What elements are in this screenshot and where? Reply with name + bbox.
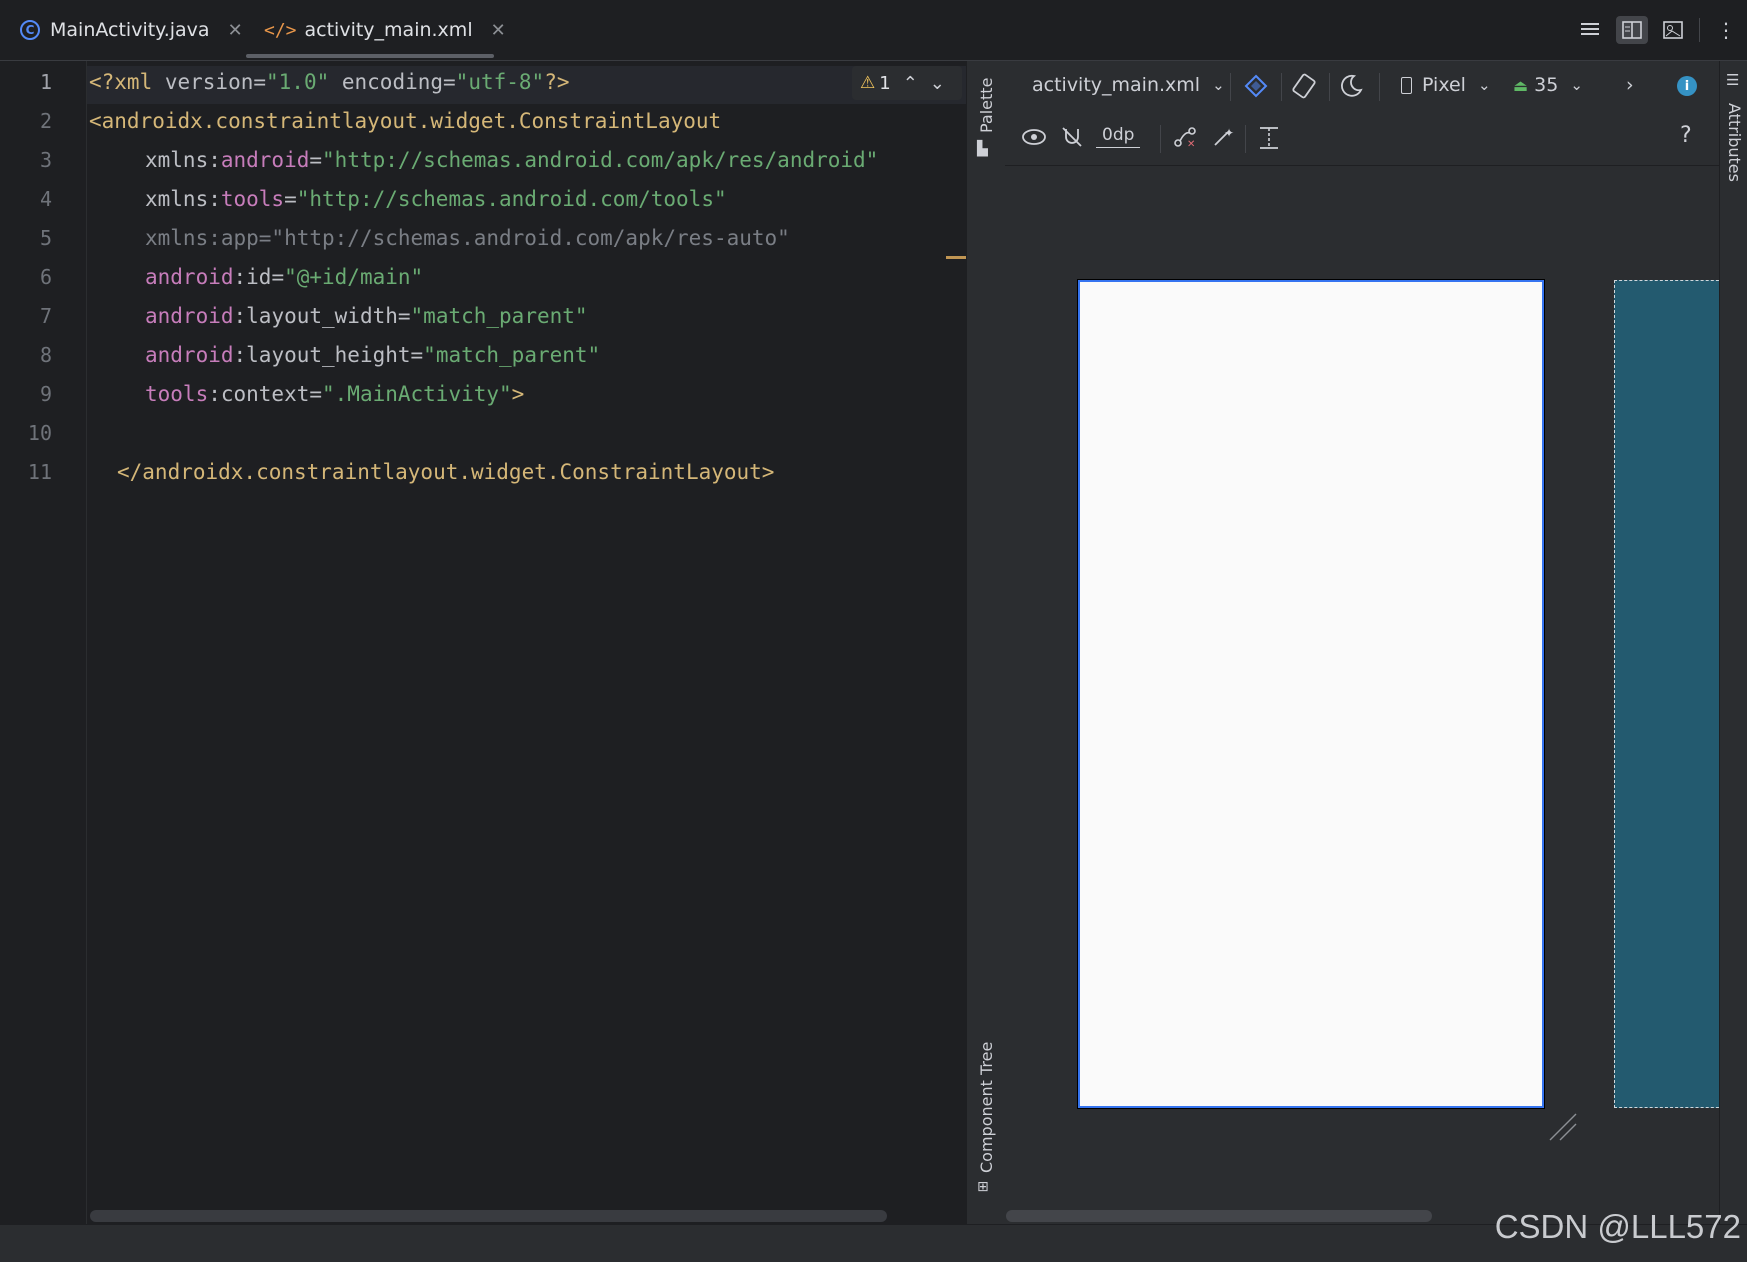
help-icon[interactable]: ? [1680, 123, 1692, 148]
warning-icon: ⚠ [860, 73, 876, 93]
default-margin-control[interactable]: 0dp [1096, 125, 1141, 148]
editor-horizontal-scrollbar[interactable] [90, 1210, 887, 1222]
file-select-dropdown[interactable]: activity_main.xml ⌄ [1032, 74, 1225, 96]
status-bar [0, 1224, 1747, 1262]
split-view-icon[interactable] [1616, 16, 1648, 44]
line-number: 3 [39, 148, 52, 172]
blueprint-surface[interactable] [1614, 280, 1724, 1108]
android-icon: ⏏ [1513, 75, 1529, 95]
line-number: 1 [39, 70, 52, 94]
svg-text:✕: ✕ [1187, 139, 1195, 149]
line-number: 5 [39, 226, 52, 250]
code-line-9[interactable]: tools:context=".MainActivity"> [145, 379, 524, 409]
line-number: 8 [39, 343, 52, 367]
night-mode-icon[interactable] [1340, 73, 1364, 97]
palette-icon: ▙ [977, 141, 988, 157]
code-line-6[interactable]: android:id="@+id/main" [145, 262, 423, 292]
design-side-strip: Palette ▙ Component Tree ⊞ [966, 61, 1006, 1224]
line-number: 11 [27, 460, 52, 484]
line-number: 7 [39, 304, 52, 328]
code-line-4[interactable]: xmlns:tools="http://schemas.android.com/… [145, 184, 727, 214]
tab-activity-main-xml[interactable]: </> activity_main.xml ✕ [264, 0, 506, 60]
design-toolbar-top: activity_main.xml ⌄ Pixel ⌄ ⏏ 35 ⌄ › i [1005, 61, 1719, 113]
tab-label: MainActivity.java [50, 19, 210, 41]
code-line-8[interactable]: android:layout_height="match_parent" [145, 340, 600, 370]
line-number: 2 [39, 109, 52, 133]
design-toolbar-bottom: 0dp ✕ ✦ ? [1005, 113, 1719, 166]
attributes-tab[interactable]: Attributes [1725, 103, 1744, 182]
java-class-icon: C [20, 20, 40, 40]
palette-tab[interactable]: Palette [977, 78, 996, 133]
api-level-dropdown[interactable]: ⏏ 35 ⌄ [1513, 74, 1583, 96]
infer-constraints-icon[interactable]: ✦ [1211, 125, 1235, 149]
attributes-strip: ☰ Attributes [1719, 61, 1747, 1224]
tab-label: activity_main.xml [304, 19, 473, 41]
component-tree-icon: ⊞ [977, 1179, 989, 1195]
warning-count: 1 [879, 72, 891, 94]
code-line-3[interactable]: xmlns:android="http://schemas.android.co… [145, 145, 878, 175]
chevron-right-icon[interactable]: › [1626, 74, 1634, 96]
orientation-icon[interactable] [1291, 73, 1317, 99]
editor-tab-bar: C MainActivity.java ✕ </> activity_main.… [0, 0, 1747, 61]
tab-mainactivity-java[interactable]: C MainActivity.java ✕ [20, 0, 243, 60]
chevron-down-icon[interactable]: ⌄ [930, 73, 945, 94]
resize-handle-icon[interactable] [1548, 1112, 1578, 1142]
chevron-down-icon: ⌄ [1570, 76, 1583, 94]
design-surface[interactable] [1078, 280, 1544, 1108]
active-tab-indicator [246, 54, 494, 58]
chevron-down-icon: ⌄ [1212, 76, 1225, 94]
clear-constraints-icon[interactable]: ✕ [1172, 125, 1198, 149]
code-view-icon[interactable] [1576, 16, 1604, 44]
code-line-11[interactable]: </androidx.constraintlayout.widget.Const… [117, 457, 774, 487]
chevron-up-icon[interactable]: ⌃ [903, 73, 918, 94]
close-icon[interactable]: ✕ [228, 20, 243, 41]
chevron-down-icon: ⌄ [1477, 76, 1491, 94]
code-line-2[interactable]: <androidx.constraintlayout.widget.Constr… [89, 106, 721, 136]
magnet-off-icon[interactable] [1060, 125, 1084, 149]
design-horizontal-scrollbar[interactable] [1006, 1210, 1432, 1222]
code-line-7[interactable]: android:layout_width="match_parent" [145, 301, 588, 331]
code-line-1[interactable]: <?xml version="1.0" encoding="utf-8"?> [89, 67, 569, 97]
guidelines-icon[interactable] [1257, 125, 1281, 151]
inspection-widget[interactable]: ⚠ 1 ⌃ ⌄ [852, 66, 962, 100]
info-icon[interactable]: i [1677, 76, 1697, 96]
watermark: CSDN @LLL572 [1494, 1208, 1741, 1245]
component-tree-tab[interactable]: Component Tree [977, 1042, 996, 1173]
close-icon[interactable]: ✕ [491, 20, 506, 41]
line-number: 4 [39, 187, 52, 211]
phone-icon [1401, 76, 1412, 94]
attributes-icon: ☰ [1726, 71, 1740, 89]
code-line-5[interactable]: xmlns:app="http://schemas.android.com/ap… [145, 223, 790, 253]
line-number: 10 [27, 421, 52, 445]
line-number: 6 [39, 265, 52, 289]
design-surface-icon[interactable] [1243, 73, 1269, 99]
line-number-gutter: 1 2 3 4 5 6 7 8 9 10 11 [0, 61, 87, 1224]
design-view-icon[interactable] [1659, 16, 1687, 44]
eye-icon[interactable] [1021, 125, 1049, 149]
line-number: 9 [39, 382, 52, 406]
xml-file-icon: </> [264, 19, 297, 41]
more-options-icon[interactable]: ⋮ [1712, 16, 1740, 44]
warning-marker[interactable] [946, 256, 966, 259]
svg-text:✦: ✦ [1224, 126, 1234, 140]
device-select-dropdown[interactable]: Pixel ⌄ [1401, 74, 1491, 96]
